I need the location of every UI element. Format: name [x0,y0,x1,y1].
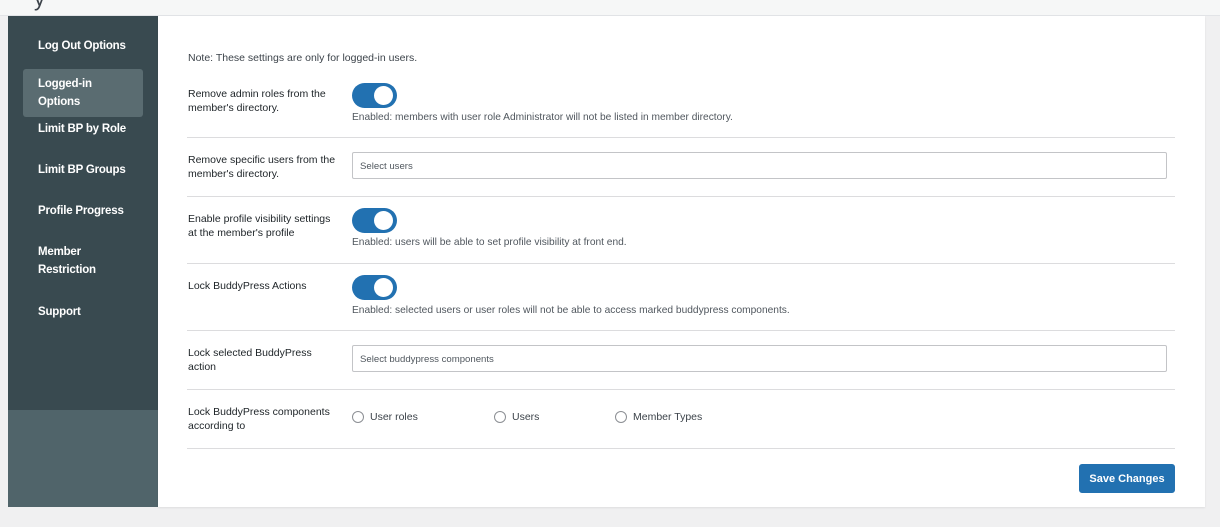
setting-label: Lock selected BuddyPress action [188,347,312,373]
setting-label: Remove specific users from the member's … [188,154,336,180]
settings-note: Note: These settings are only for logged… [188,52,418,64]
profile-visibility-toggle[interactable] [352,208,397,233]
radio-circle-icon [352,411,364,423]
setting-description: Enabled: users will be able to set profi… [352,237,627,248]
page-header: y [0,0,1220,16]
toggle-knob [374,86,393,105]
setting-row-lock-actions: Lock BuddyPress Actions Enabled: selecte… [187,264,1175,331]
setting-row-profile-visibility: Enable profile visibility settings at th… [187,197,1175,264]
select-users-field[interactable]: Select users [352,152,1167,179]
radio-label: Users [512,411,540,423]
setting-row-lock-according: Lock BuddyPress components according to … [187,390,1175,449]
remove-admin-toggle[interactable] [352,83,397,108]
sidebar-item-log-out-options[interactable]: Log Out Options [23,31,143,61]
settings-sidebar: Log Out Options Logged-in Options Limit … [8,16,158,507]
radio-label: Member Types [633,411,703,423]
radio-member-types[interactable]: Member Types [615,411,702,423]
sidebar-nav: Log Out Options Logged-in Options Limit … [8,16,158,410]
settings-panel: Note: These settings are only for logged… [158,16,1205,507]
save-changes-button[interactable]: Save Changes [1079,464,1175,493]
setting-row-remove-admin: Remove admin roles from the member's dir… [187,72,1175,138]
setting-label: Lock BuddyPress Actions [188,280,307,292]
setting-label: Lock BuddyPress components according to [188,406,330,432]
sidebar-item-member-restriction[interactable]: Member Restriction [23,237,113,285]
lock-actions-toggle[interactable] [352,275,397,300]
page-title-fragment: y [34,0,45,12]
toggle-knob [374,278,393,297]
setting-label: Remove admin roles from the member's dir… [188,88,326,114]
setting-label: Enable profile visibility settings at th… [188,213,331,239]
toggle-knob [374,211,393,230]
setting-description: Enabled: members with user role Administ… [352,112,733,123]
setting-row-lock-selected: Lock selected BuddyPress action Select b… [187,331,1175,390]
sidebar-item-limit-bp-groups[interactable]: Limit BP Groups [23,155,143,185]
sidebar-item-logged-in-options[interactable]: Logged-in Options [23,69,143,117]
radio-users[interactable]: Users [494,411,539,423]
select-buddypress-components-field[interactable]: Select buddypress components [352,345,1167,372]
radio-label: User roles [370,411,418,423]
setting-row-remove-users: Remove specific users from the member's … [187,138,1175,197]
setting-description: Enabled: selected users or user roles wi… [352,305,790,316]
radio-circle-icon [615,411,627,423]
radio-circle-icon [494,411,506,423]
sidebar-item-support[interactable]: Support [23,297,143,327]
sidebar-item-limit-bp-by-role[interactable]: Limit BP by Role [23,114,143,144]
radio-user-roles[interactable]: User roles [352,411,418,423]
sidebar-item-profile-progress[interactable]: Profile Progress [23,196,143,226]
